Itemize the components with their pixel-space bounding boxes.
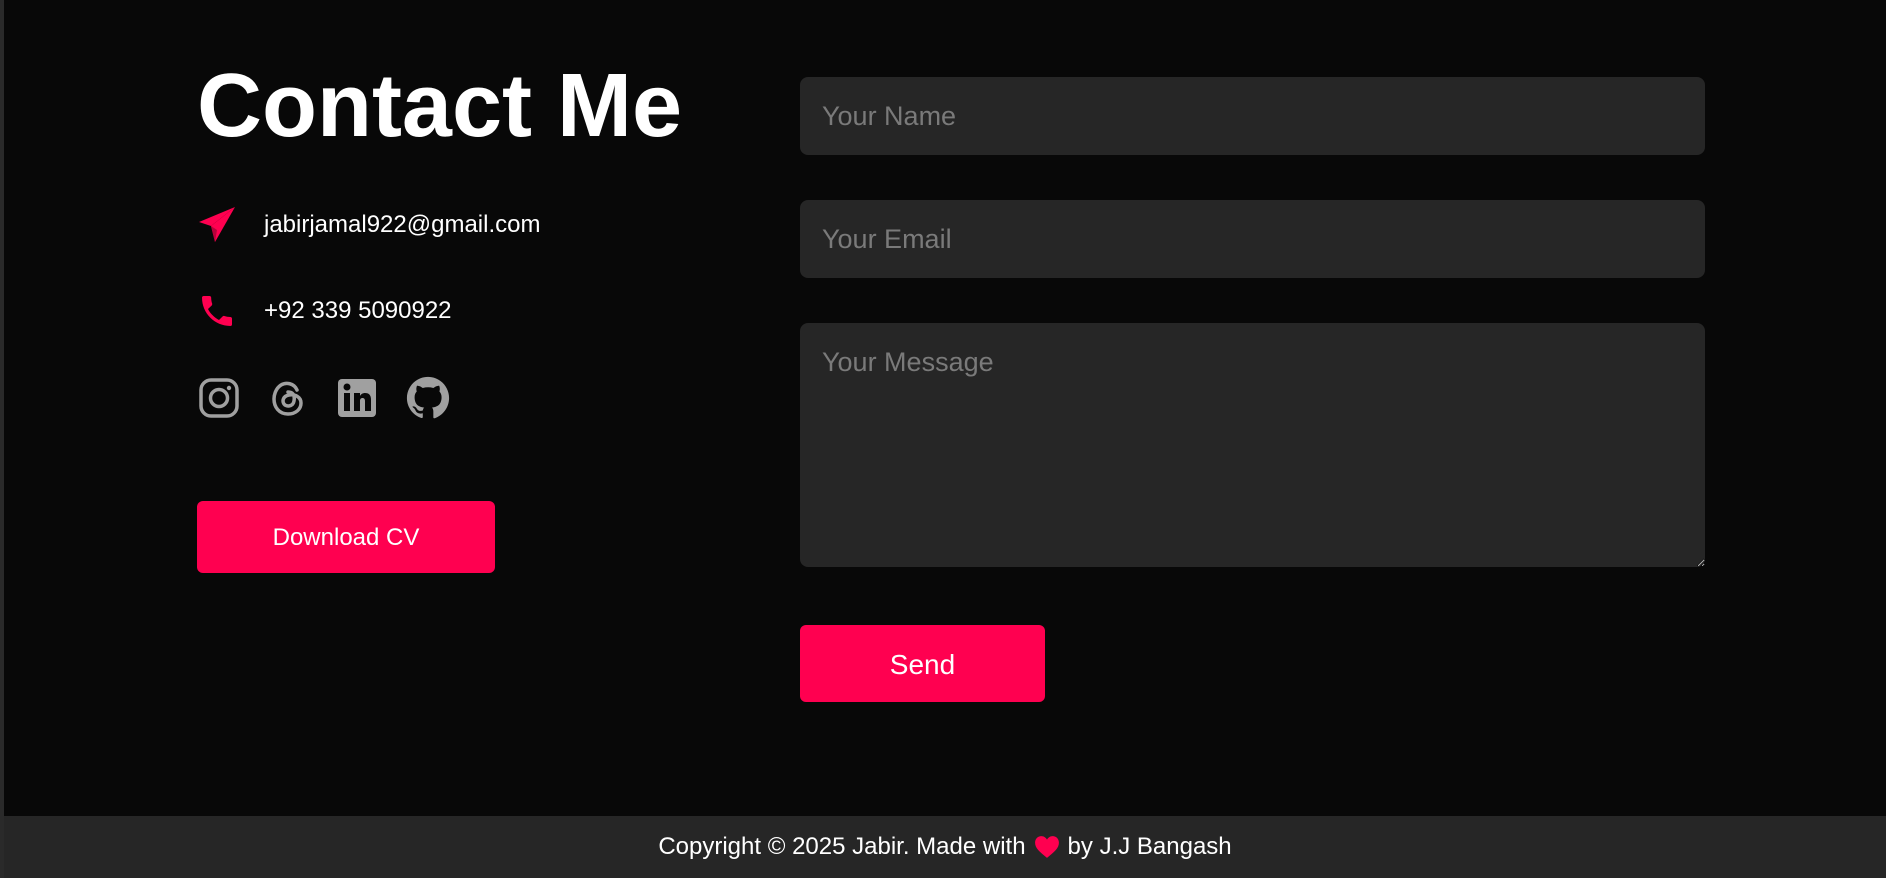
email-row: jabirjamal922@gmail.com bbox=[197, 203, 540, 247]
phone-text: +92 339 5090922 bbox=[264, 297, 452, 324]
email-text: jabirjamal922@gmail.com bbox=[264, 211, 541, 238]
send-button[interactable]: Send bbox=[800, 625, 1045, 702]
threads-icon[interactable] bbox=[266, 376, 310, 420]
phone-row: +92 339 5090922 bbox=[197, 289, 452, 333]
footer-author: by J.J Bangash bbox=[1067, 833, 1232, 860]
name-input[interactable] bbox=[800, 77, 1705, 155]
phone-icon bbox=[197, 290, 239, 332]
instagram-icon[interactable] bbox=[197, 376, 241, 420]
download-cv-button[interactable]: Download CV bbox=[197, 501, 495, 573]
footer: Copyright © 2025 Jabir. Made with by J.J… bbox=[4, 816, 1886, 878]
message-textarea[interactable] bbox=[800, 323, 1705, 567]
linkedin-icon[interactable] bbox=[335, 376, 379, 420]
paper-plane-icon bbox=[197, 204, 239, 246]
github-icon[interactable] bbox=[406, 376, 450, 420]
social-links bbox=[197, 376, 475, 420]
email-input[interactable] bbox=[800, 200, 1705, 278]
contact-page: Contact Me jabirjamal922@gmail.com +92 3… bbox=[0, 0, 1886, 878]
page-title: Contact Me bbox=[197, 56, 683, 156]
heart-icon bbox=[1034, 835, 1060, 859]
footer-copyright: Copyright © 2025 Jabir. Made with bbox=[658, 833, 1026, 860]
